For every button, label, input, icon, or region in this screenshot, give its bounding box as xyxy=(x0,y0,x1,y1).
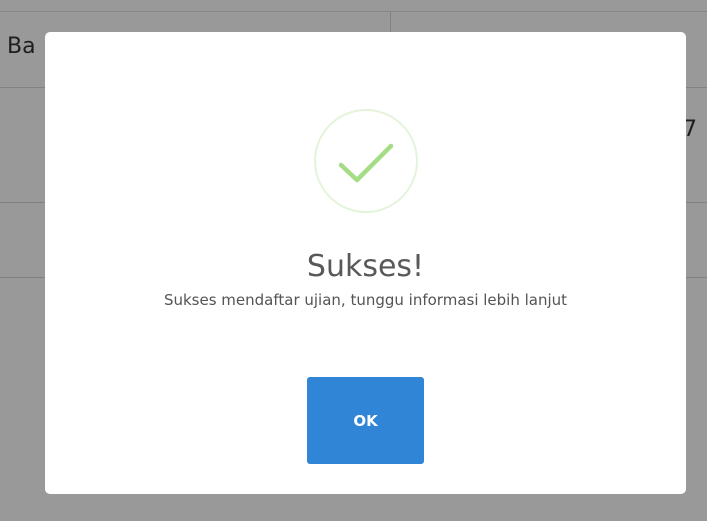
success-dialog: Sukses! Sukses mendaftar ujian, tunggu i… xyxy=(45,32,686,494)
check-circle-icon xyxy=(314,109,418,213)
dialog-message: Sukses mendaftar ujian, tunggu informasi… xyxy=(163,291,568,309)
dialog-title: Sukses! xyxy=(306,248,425,284)
ok-button[interactable]: OK xyxy=(307,377,424,464)
